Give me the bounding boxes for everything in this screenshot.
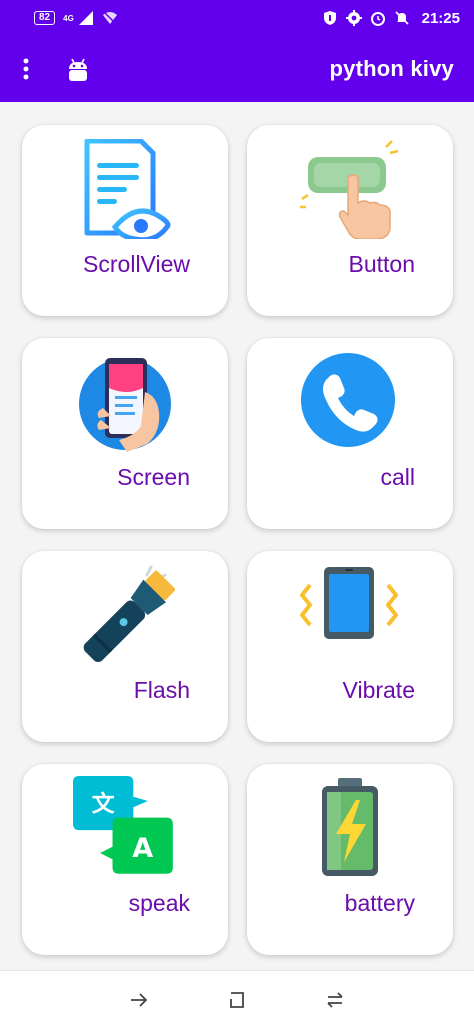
app-title: python kivy [329,56,454,81]
card-call[interactable]: call [247,338,453,529]
content-area: ScrollView Button Screen call Flash Vibr… [0,102,474,970]
signal-icon [78,11,93,25]
phone-in-hand-icon [79,358,171,452]
card-label: ScrollView [83,251,190,277]
svg-text:A: A [132,833,153,864]
app-bar: python kivy [0,36,474,102]
card-screen[interactable]: Screen [22,338,228,529]
card-label: battery [344,890,415,916]
card-vibrate[interactable]: Vibrate [247,551,453,742]
card-label: Flash [133,677,190,703]
translate-icon: 文 A [73,776,173,874]
shield-icon [323,11,336,25]
card-button[interactable]: Button [247,125,453,316]
card-label: call [380,464,415,490]
status-right: 21:25 [322,10,460,27]
status-left: 82 4G [34,10,118,26]
card-label: Button [348,251,416,277]
more-options-button[interactable] [14,54,38,84]
battery-level-badge: 82 [34,11,56,25]
alarm-icon [370,12,385,26]
card-flash[interactable]: Flash [22,551,228,742]
navigation-bar [0,970,474,1027]
android-icon [69,58,87,81]
phone-call-icon [301,353,395,447]
recents-icon[interactable] [324,989,346,1011]
svg-text:文: 文 [92,790,115,817]
status-bar: 82 4G 21:25 [0,0,474,36]
card-speak[interactable]: 文 A speak [22,764,228,955]
wifi-icon [102,12,117,24]
document-eye-icon [84,139,171,239]
battery-charging-icon [322,778,378,876]
flashlight-icon [83,565,175,663]
card-label: Screen [117,464,190,490]
card-battery[interactable]: battery [247,764,453,955]
back-icon[interactable] [128,989,150,1011]
status-clock: 21:25 [421,9,460,27]
more-vert-icon [23,58,29,80]
card-scrollview[interactable]: ScrollView [22,125,228,316]
home-icon[interactable] [226,989,248,1011]
settings-icon [345,10,362,26]
bell-off-icon [395,11,409,25]
network-type-label: 4G [63,13,74,23]
finger-press-button-icon [300,140,399,239]
card-label: speak [128,890,190,916]
vibrating-phone-icon [300,567,398,639]
card-label: Vibrate [342,677,415,703]
